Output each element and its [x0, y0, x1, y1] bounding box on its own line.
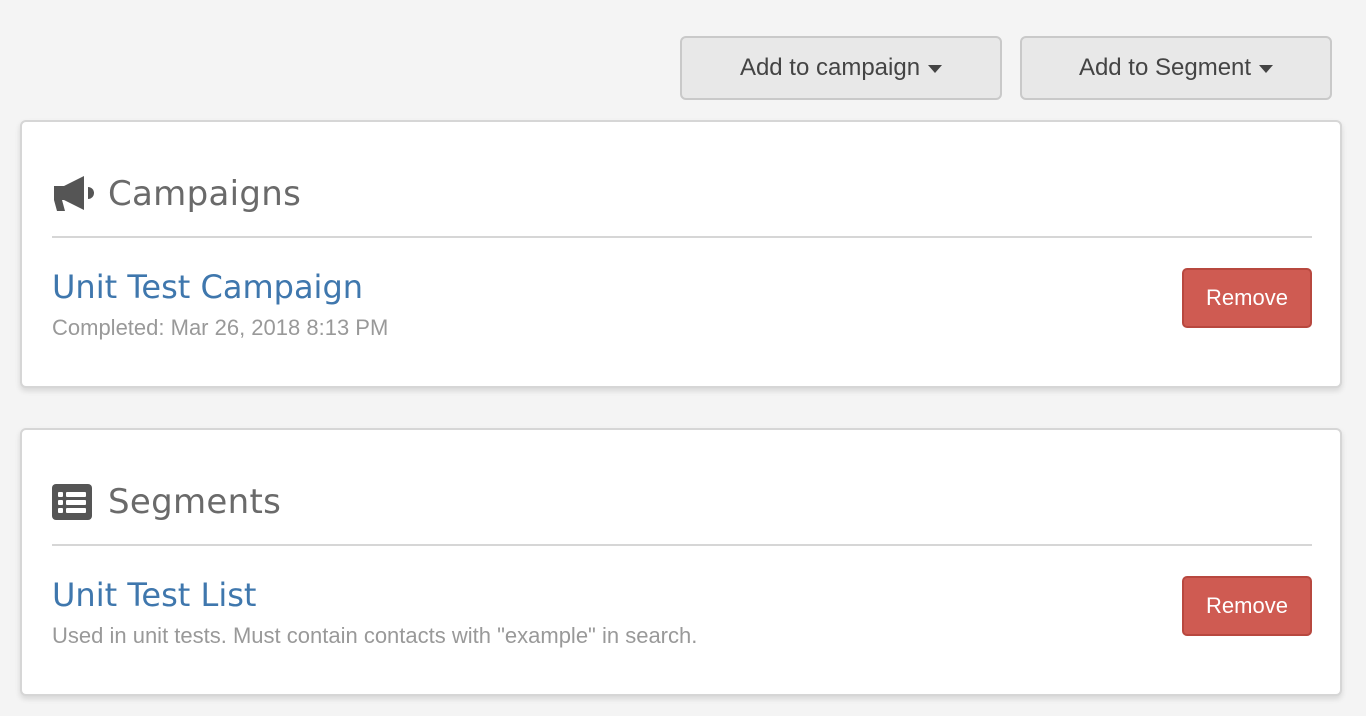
segments-title: Segments [108, 482, 282, 522]
add-to-segment-dropdown[interactable]: Add to Segment [1020, 36, 1332, 100]
caret-down-icon [1259, 65, 1274, 73]
add-to-campaign-label: Add to campaign [739, 54, 921, 81]
campaigns-header: Campaigns [52, 168, 1312, 238]
toolbar: Add to campaign Add to Segment [0, 36, 1366, 100]
campaign-completed-date: Completed: Mar 26, 2018 8:13 PM [52, 315, 389, 340]
segments-card: Segments Unit Test List Used in unit tes… [20, 428, 1342, 696]
remove-segment-button[interactable]: Remove [1182, 576, 1312, 636]
remove-campaign-button[interactable]: Remove [1182, 268, 1312, 328]
add-to-segment-label: Add to Segment [1078, 54, 1252, 81]
add-to-campaign-dropdown[interactable]: Add to campaign [680, 36, 1002, 100]
bullhorn-icon [52, 168, 98, 220]
page: Add to campaign Add to Segment Campaigns… [0, 0, 1366, 716]
campaigns-title: Campaigns [108, 174, 302, 214]
list-item: Unit Test List Used in unit tests. Must … [52, 574, 1312, 654]
campaigns-card: Campaigns Unit Test Campaign Completed: … [20, 120, 1342, 388]
segment-link[interactable]: Unit Test List [52, 574, 256, 616]
segment-description: Used in unit tests. Must contain contact… [52, 623, 698, 648]
caret-down-icon [928, 65, 943, 73]
list-item: Unit Test Campaign Completed: Mar 26, 20… [52, 266, 1312, 346]
segments-header: Segments [52, 476, 1312, 546]
list-icon [52, 476, 98, 528]
campaign-link[interactable]: Unit Test Campaign [52, 266, 363, 308]
